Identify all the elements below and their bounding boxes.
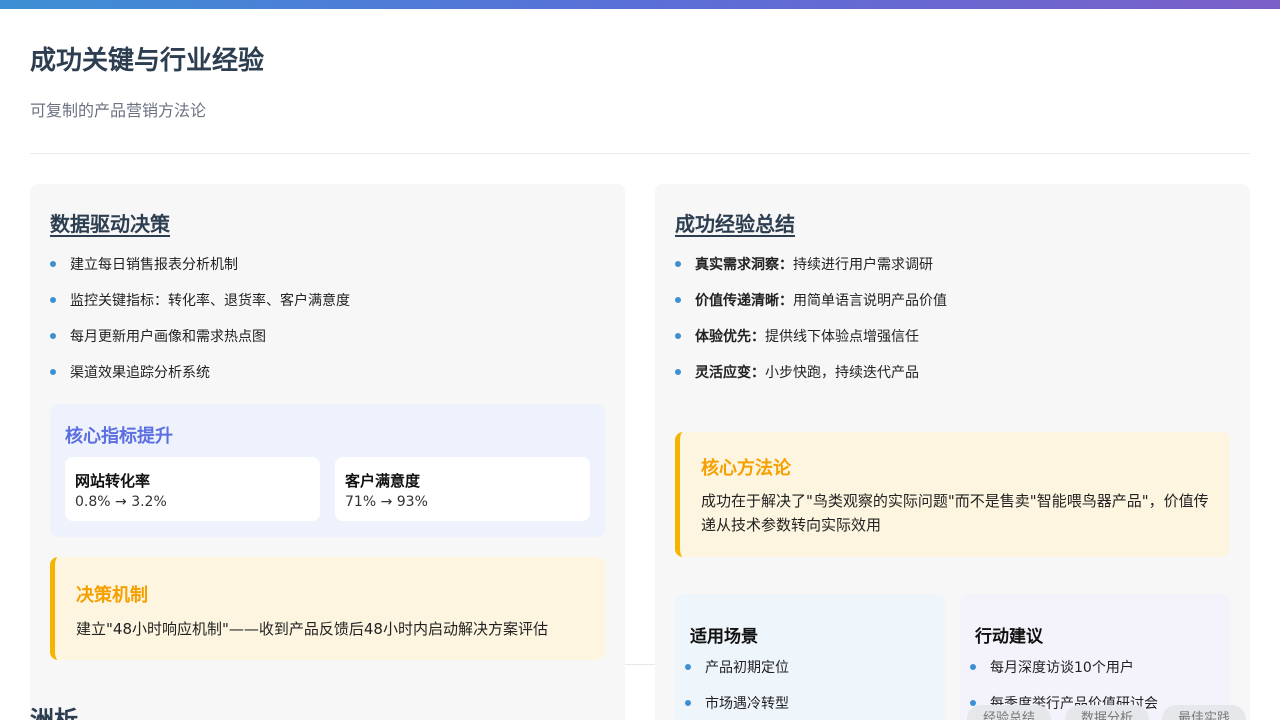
- bullet-list: 真实需求洞察：持续进行用户需求调研 价值传递清晰：用简单语言说明产品价值 体验优…: [675, 255, 947, 399]
- core-metrics-box: 核心指标提升 网站转化率 0.8% → 3.2% 客户满意度 71% → 93%: [50, 404, 605, 537]
- list-item-text: 每月深度访谈10个用户: [990, 660, 1134, 676]
- metric-label: 客户满意度: [345, 472, 421, 490]
- bullet-dot-icon: [675, 261, 681, 267]
- list-item: 灵活应变：小步快跑，持续迭代产品: [675, 363, 947, 399]
- data-driven-card: 数据驱动决策 建立每日销售报表分析机制 监控关键指标：转化率、退货率、客户满意度…: [30, 184, 625, 720]
- list-item: 建立每日销售报表分析机制: [50, 255, 350, 291]
- list-item: 体验优先：提供线下体验点增强信任: [675, 327, 947, 363]
- scenarios-list: 产品初期定位 市场遇冷转型: [685, 658, 789, 720]
- list-item: 真实需求洞察：持续进行用户需求调研: [675, 255, 947, 291]
- metric-value: 71% → 93%: [345, 494, 428, 510]
- list-item: 监控关键指标：转化率、退货率、客户满意度: [50, 291, 350, 327]
- metric-card-conversion: 网站转化率 0.8% → 3.2%: [65, 457, 320, 521]
- header-divider: [30, 153, 1250, 154]
- list-item-text: 监控关键指标：转化率、退货率、客户满意度: [70, 293, 350, 309]
- metric-value: 0.8% → 3.2%: [75, 494, 167, 510]
- list-item-strong: 灵活应变：: [695, 365, 765, 381]
- card-title: 成功经验总结: [675, 212, 795, 236]
- list-item-strong: 价值传递清晰：: [695, 293, 793, 309]
- list-item: 每月深度访谈10个用户: [970, 658, 1158, 694]
- actions-box: 行动建议 每月深度访谈10个用户 每季度举行产品价值研讨会: [960, 594, 1230, 720]
- list-item-text: 建立每日销售报表分析机制: [70, 257, 238, 273]
- success-experience-card: 成功经验总结 真实需求洞察：持续进行用户需求调研 价值传递清晰：用简单语言说明产…: [655, 184, 1250, 720]
- scenarios-box: 适用场景 产品初期定位 市场遇冷转型: [675, 594, 945, 720]
- list-item: 渠道效果追踪分析系统: [50, 363, 350, 399]
- callout-text: 建立"48小时响应机制"——收到产品反馈后48小时内启动解决方案评估: [76, 620, 548, 638]
- decision-mechanism-callout: 决策机制 建立"48小时响应机制"——收到产品反馈后48小时内启动解决方案评估: [50, 557, 605, 660]
- bullet-dot-icon: [50, 297, 56, 303]
- bullet-list: 建立每日销售报表分析机制 监控关键指标：转化率、退货率、客户满意度 每月更新用户…: [50, 255, 350, 399]
- tag-best-practice[interactable]: 最佳实践: [1162, 705, 1247, 720]
- metric-label: 网站转化率: [75, 472, 151, 490]
- list-item-text: 渠道效果追踪分析系统: [70, 365, 210, 381]
- list-item-text: 用简单语言说明产品价值: [793, 293, 947, 309]
- list-item-text: 提供线下体验点增强信任: [765, 329, 919, 345]
- list-item-strong: 体验优先：: [695, 329, 765, 345]
- metric-card-satisfaction: 客户满意度 71% → 93%: [335, 457, 590, 521]
- bullet-dot-icon: [675, 333, 681, 339]
- tag-data-analysis[interactable]: 数据分析: [1065, 705, 1150, 720]
- page-title: 成功关键与行业经验: [30, 46, 265, 76]
- scenarios-title: 适用场景: [690, 627, 758, 647]
- divider-line: [625, 664, 655, 665]
- list-item: 市场遇冷转型: [685, 694, 789, 720]
- list-item-strong: 真实需求洞察：: [695, 257, 793, 273]
- bullet-dot-icon: [675, 369, 681, 375]
- card-title: 数据驱动决策: [50, 212, 170, 236]
- list-item-text: 产品初期定位: [705, 660, 789, 676]
- section-heading-cut: 洲析: [30, 706, 78, 720]
- bullet-dot-icon: [970, 664, 976, 670]
- core-methodology-callout: 核心方法论 成功在于解决了"鸟类观察的实际问题"而不是售卖"智能喂鸟器产品"，价…: [675, 432, 1230, 557]
- tag-experience-summary[interactable]: 经验总结: [967, 705, 1052, 720]
- page-header: 成功关键与行业经验 可复制的产品营销方法论: [30, 40, 1250, 121]
- list-item: 产品初期定位: [685, 658, 789, 694]
- bullet-dot-icon: [50, 333, 56, 339]
- bullet-dot-icon: [50, 261, 56, 267]
- list-item-text: 市场遇冷转型: [705, 696, 789, 712]
- top-accent-bar: [0, 0, 1280, 9]
- list-item-text: 持续进行用户需求调研: [793, 257, 933, 273]
- list-item-text: 小步快跑，持续迭代产品: [765, 365, 919, 381]
- list-item-text: 每月更新用户画像和需求热点图: [70, 329, 266, 345]
- bullet-dot-icon: [50, 369, 56, 375]
- actions-title: 行动建议: [975, 627, 1043, 647]
- list-item: 价值传递清晰：用简单语言说明产品价值: [675, 291, 947, 327]
- bullet-dot-icon: [685, 664, 691, 670]
- bullet-dot-icon: [675, 297, 681, 303]
- page-subtitle: 可复制的产品营销方法论: [30, 101, 207, 120]
- callout-title: 核心方法论: [701, 458, 791, 479]
- bullet-dot-icon: [685, 700, 691, 706]
- callout-title: 决策机制: [76, 585, 148, 606]
- callout-text: 成功在于解决了"鸟类观察的实际问题"而不是售卖"智能喂鸟器产品"，价值传递从技术…: [701, 492, 1209, 534]
- list-item: 每月更新用户画像和需求热点图: [50, 327, 350, 363]
- metrics-title: 核心指标提升: [65, 426, 173, 447]
